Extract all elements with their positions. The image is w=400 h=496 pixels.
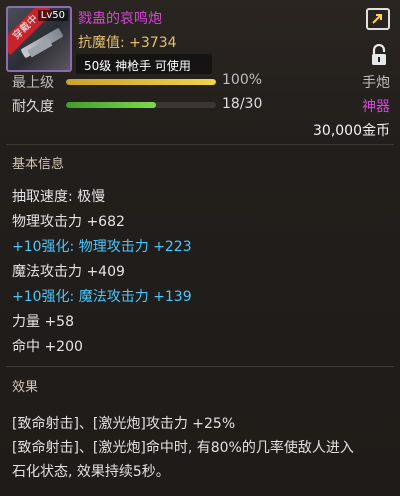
item-name: 戮蛊的哀鸣炮: [78, 11, 162, 27]
stat-enhance-magic: +10强化: 魔法攻击力 +139: [12, 289, 192, 305]
anti-magic-value: 抗魔值: +3734: [78, 35, 177, 51]
stat-hit: 命中 +200: [12, 339, 83, 355]
effect-line-2: [致命射击]、[激光炮]命中时, 有80%的几率使敌人进入: [12, 440, 354, 456]
share-button[interactable]: [366, 8, 390, 30]
icon-level-corner: Lv50: [37, 10, 68, 21]
upper-row-bar-fill: [66, 79, 216, 85]
divider-1: [6, 144, 394, 145]
sell-price: 30,000金币: [313, 123, 390, 139]
durability-label: 耐久度: [12, 99, 54, 115]
share-arrow-icon: [372, 14, 382, 24]
stat-enhance-physical: +10强化: 物理攻击力 +223: [12, 239, 192, 255]
stat-physical-attack: 物理攻击力 +682: [12, 214, 125, 230]
effect-line-3: 石化状态, 效果持续5秒。: [12, 464, 170, 480]
stat-magic-attack: 魔法攻击力 +409: [12, 264, 125, 280]
lock-icon[interactable]: [370, 43, 388, 66]
basic-info-title: 基本信息: [12, 157, 65, 172]
effects-title: 效果: [12, 380, 39, 395]
effect-line-1: [致命射击]、[激光炮]攻击力 +25%: [12, 416, 236, 432]
durability-value: 18/30: [222, 96, 263, 112]
upper-row-value: 100%: [222, 72, 263, 88]
weapon-type: 手炮: [362, 75, 390, 91]
durability-bar-fill: [66, 102, 156, 108]
lock-glyph: [372, 43, 386, 65]
divider-2: [6, 366, 394, 367]
stat-draw-speed: 抽取速度: 极慢: [12, 189, 106, 205]
item-icon[interactable]: 穿戴中 Lv50: [6, 6, 72, 72]
durability-bar: [66, 102, 216, 108]
item-tooltip-panel: 穿戴中 Lv50 戮蛊的哀鸣炮 抗魔值: +3734 50级 神枪手 可使用 最…: [0, 0, 400, 496]
level-class-usable: 50级 神枪手 可使用: [84, 59, 191, 73]
stat-strength: 力量 +58: [12, 314, 74, 330]
upper-row-bar: [66, 79, 216, 85]
item-grade: 神器: [362, 99, 390, 115]
upper-row-label: 最上级: [12, 75, 54, 91]
